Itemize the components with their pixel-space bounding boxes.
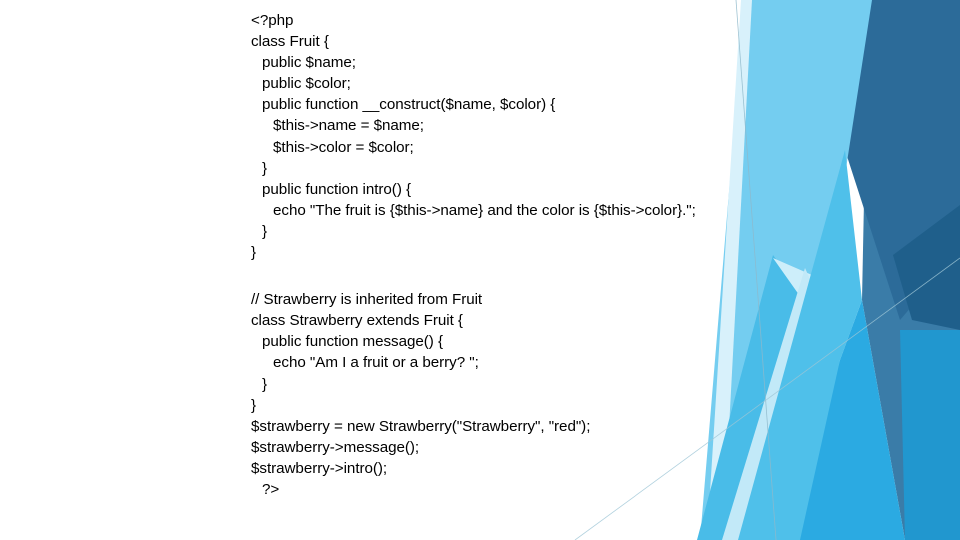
code-line: ?> (262, 480, 280, 498)
code-block-strawberry: // Strawberry is inherited from Fruit cla… (251, 289, 721, 500)
code-line: public function message() { (262, 333, 443, 351)
code-line: } (262, 375, 268, 393)
band-sky-mid (738, 150, 862, 540)
band-pale-fan (773, 258, 860, 360)
code-line: echo "The fruit is {$this->name} and the… (273, 201, 696, 219)
hairline-steep (735, 0, 777, 540)
code-line: $strawberry->message(); (251, 438, 420, 456)
code-line: public $name; (262, 54, 356, 72)
code-line: public $color; (262, 75, 351, 93)
code-line: } (262, 222, 268, 240)
band-mid-bottom-right (900, 330, 960, 540)
code-line: $strawberry = new Strawberry("Strawberry… (251, 417, 591, 435)
code-line: class Strawberry extends Fruit { (251, 312, 463, 330)
code-line: public function __construct($name, $colo… (262, 96, 556, 114)
band-pale-wedge-lower (722, 268, 845, 540)
slide-canvas: <?php class Fruit { public $name; public $c… (0, 0, 960, 540)
band-light-blue-top (700, 0, 872, 540)
code-line: $this->color = $color; (273, 138, 414, 156)
code-block-separator (251, 263, 721, 289)
code-block-fruit: <?php class Fruit { public $name; public $c… (251, 10, 721, 263)
code-content: <?php class Fruit { public $name; public $c… (251, 10, 721, 500)
code-line: } (262, 159, 268, 177)
code-line: echo "Am I a fruit or a berry? "; (273, 354, 479, 372)
band-deep-blue (845, 0, 960, 320)
code-line: public function intro() { (262, 180, 412, 198)
code-line: } (251, 244, 257, 262)
band-steel-right (862, 0, 960, 540)
code-line: class Fruit { (251, 33, 329, 51)
code-line: // Strawberry is inherited from Fruit (251, 291, 483, 309)
band-mid-blue-lower (790, 300, 905, 540)
code-line: } (251, 396, 257, 414)
code-line: $this->name = $name; (273, 117, 424, 135)
code-line: <?php (251, 12, 294, 29)
code-line: $strawberry->intro(); (251, 459, 388, 477)
band-navy-wedge (893, 205, 960, 330)
